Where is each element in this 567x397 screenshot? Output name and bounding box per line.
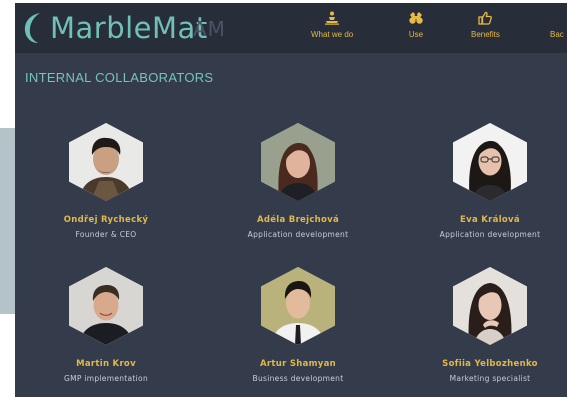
nav-label: Use <box>408 30 424 39</box>
team-member-card[interactable]: Artur Shamyan Business development <box>213 267 383 383</box>
section-title: INTERNAL COLLABORATORS <box>25 70 214 85</box>
nav-item-what-we-do[interactable]: What we do <box>311 11 353 39</box>
team-page: MarbleMat AM What we do Use Benefits Bac… <box>15 3 567 397</box>
binoculars-icon <box>409 12 423 24</box>
team-member-card[interactable]: Adéla Brejchová Application development <box>213 123 383 239</box>
member-name: Ondřej Rychecký <box>63 215 149 225</box>
woman-dark-hair-glasses-photo <box>453 123 527 201</box>
member-role: Application development <box>439 230 541 239</box>
member-name: Sofiia Yelbozhenko <box>442 359 538 369</box>
team-member-card[interactable]: Ondřej Rychecký Founder & CEO <box>21 123 191 239</box>
member-photo <box>261 267 335 345</box>
nav-label: Bac <box>550 30 564 39</box>
member-name: Martin Krov <box>76 359 136 369</box>
woman-long-brown-hair-photo <box>261 123 335 201</box>
main-nav: What we do Use Benefits Bac <box>15 11 567 51</box>
nav-item-back[interactable]: Bac <box>550 30 564 39</box>
member-name: Eva Králová <box>460 215 520 225</box>
person-meditating-icon <box>325 11 340 25</box>
top-navigation-bar: MarbleMat AM What we do Use Benefits Bac <box>15 3 567 53</box>
member-role: Application development <box>247 230 349 239</box>
nav-label: Benefits <box>471 30 500 39</box>
member-name: Adéla Brejchová <box>256 215 340 225</box>
team-member-card[interactable]: Martin Krov GMP implementation <box>21 267 191 383</box>
member-name: Artur Shamyan <box>259 359 337 369</box>
member-photo <box>261 123 335 201</box>
woman-dark-hair-hand-on-chin-photo <box>453 267 527 345</box>
man-short-hair-smiling-photo <box>69 267 143 345</box>
member-photo <box>453 267 527 345</box>
member-role: GMP implementation <box>63 374 148 383</box>
member-role: Marketing specialist <box>449 374 531 383</box>
nav-item-benefits[interactable]: Benefits <box>471 11 500 39</box>
thumbs-up-icon <box>478 11 493 25</box>
man-white-shirt-tie-photo <box>261 267 335 345</box>
member-role: Founder & CEO <box>75 230 137 239</box>
team-member-card[interactable]: Sofiia Yelbozhenko Marketing specialist <box>405 267 567 383</box>
member-photo <box>69 123 143 201</box>
member-role: Business development <box>252 374 344 383</box>
member-photo <box>453 123 527 201</box>
member-photo <box>69 267 143 345</box>
man-dark-hair-beard-photo <box>69 123 143 201</box>
nav-item-use[interactable]: Use <box>408 11 424 39</box>
team-member-card[interactable]: Eva Králová Application development <box>405 123 567 239</box>
nav-label: What we do <box>311 30 354 39</box>
